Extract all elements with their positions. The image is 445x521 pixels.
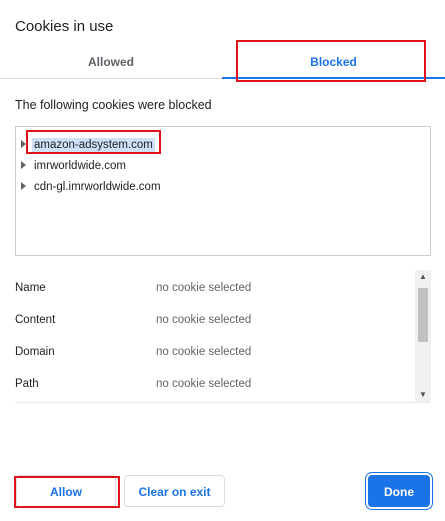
details-scrollbar[interactable]: ▲ ▼ xyxy=(415,270,431,402)
tree-item-label: cdn-gl.imrworldwide.com xyxy=(34,181,161,193)
cookies-in-use-dialog: Cookies in use Allowed Blocked The follo… xyxy=(0,0,445,521)
detail-label: Domain xyxy=(15,346,55,358)
detail-value: no cookie selected xyxy=(156,346,252,358)
blocked-sites-tree[interactable]: amazon-adsystem.com imrworldwide.com cdn… xyxy=(15,126,431,256)
detail-value: no cookie selected xyxy=(156,282,252,294)
scroll-up-arrow-icon[interactable]: ▲ xyxy=(415,270,431,284)
triangle-right-icon[interactable] xyxy=(21,139,26,148)
tree-item-label: imrworldwide.com xyxy=(34,160,127,172)
triangle-right-icon[interactable] xyxy=(21,181,26,190)
triangle-right-icon[interactable] xyxy=(21,160,26,169)
cookie-details-panel: Name no cookie selected Content no cooki… xyxy=(15,270,431,402)
detail-value: no cookie selected xyxy=(156,378,252,390)
tab-allowed[interactable]: Allowed xyxy=(0,44,222,78)
tree-item-label: amazon-adsystem.com xyxy=(32,138,155,152)
tab-blocked[interactable]: Blocked xyxy=(222,44,445,79)
tree-item-cdn-gl-imrworldwide[interactable]: cdn-gl.imrworldwide.com xyxy=(21,178,163,196)
allow-button[interactable]: Allow xyxy=(16,475,116,507)
tree-item-amazon-adsystem[interactable]: amazon-adsystem.com xyxy=(21,136,155,154)
detail-row-path: Path no cookie selected xyxy=(15,375,415,393)
scrollbar-thumb[interactable] xyxy=(418,288,428,342)
scroll-down-arrow-icon[interactable]: ▼ xyxy=(415,388,431,402)
detail-label: Path xyxy=(15,378,39,390)
detail-value: no cookie selected xyxy=(156,314,252,326)
detail-row-domain: Domain no cookie selected xyxy=(15,343,415,361)
clear-on-exit-button[interactable]: Clear on exit xyxy=(124,475,225,507)
detail-row-name: Name no cookie selected xyxy=(15,279,415,297)
details-divider xyxy=(15,402,431,403)
detail-row-content: Content no cookie selected xyxy=(15,311,415,329)
detail-label: Content xyxy=(15,314,56,326)
detail-label: Name xyxy=(15,282,46,294)
tree-item-imrworldwide[interactable]: imrworldwide.com xyxy=(21,157,128,175)
tab-bar: Allowed Blocked xyxy=(0,44,445,79)
dialog-title: Cookies in use xyxy=(15,18,114,35)
done-button[interactable]: Done xyxy=(368,475,430,507)
blocked-cookies-heading: The following cookies were blocked xyxy=(15,98,212,112)
